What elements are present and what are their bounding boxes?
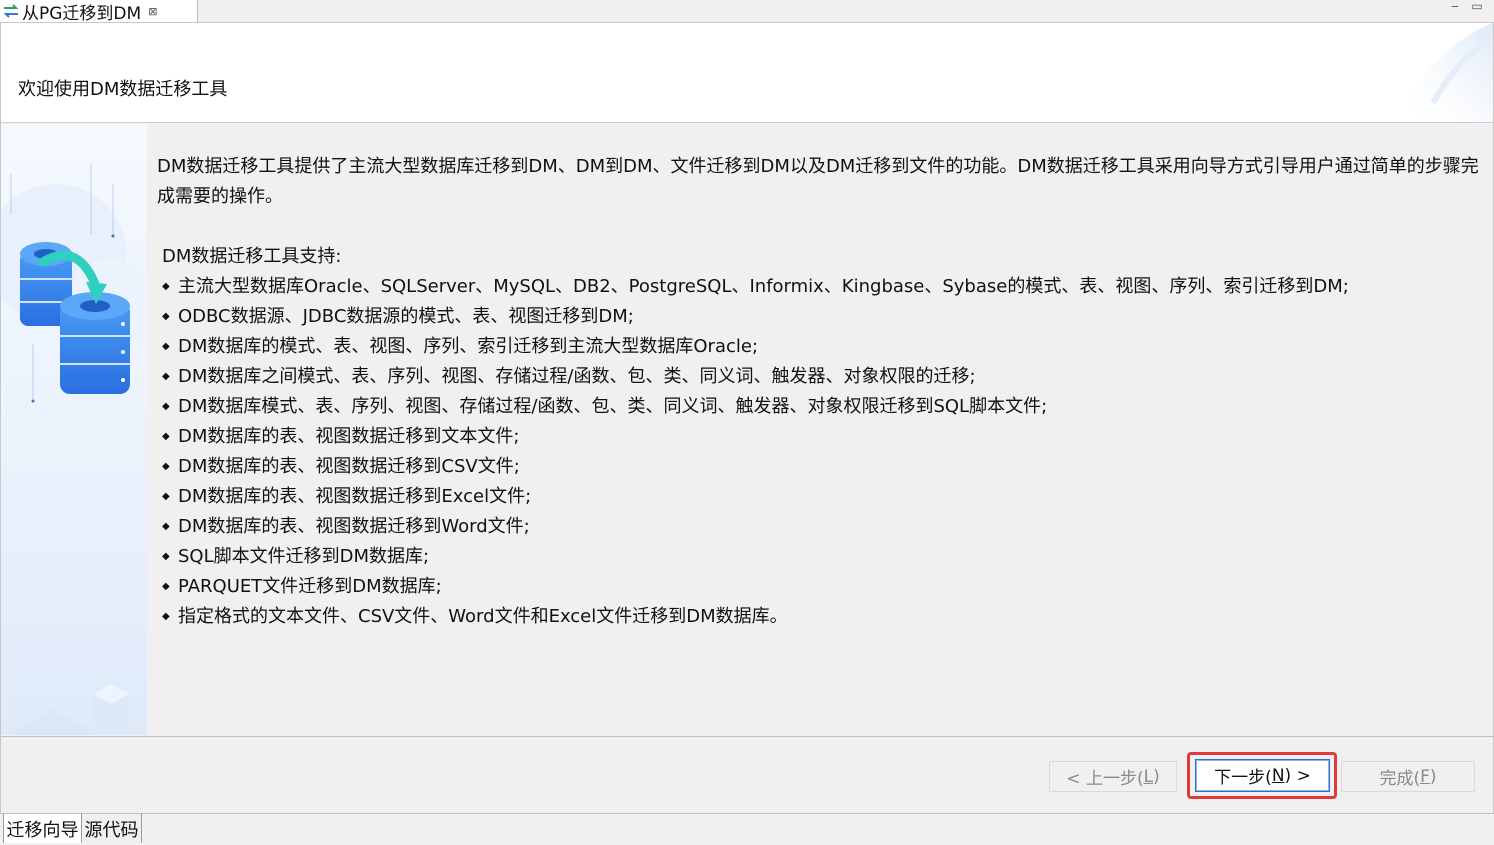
list-item: ◆ SQL脚本文件迁移到DM数据库;	[162, 542, 1349, 572]
list-item: ◆ 指定格式的文本文件、CSV文件、Word文件和Excel文件迁移到DM数据库。	[162, 602, 1349, 632]
next-button-label: 下一步(	[1214, 768, 1272, 788]
feature-text: DM数据库的模式、表、视图、序列、索引迁移到主流大型数据库Oracle;	[178, 336, 759, 357]
cube-decoration	[93, 684, 129, 735]
finish-button-suffix: )	[1429, 766, 1437, 787]
support-heading: DM数据迁移工具支持:	[162, 246, 342, 267]
editor-tab-strip: 从PG迁移到DM ⊠ ‒ ▭	[0, 0, 1494, 24]
back-button[interactable]: < 上一步(L)	[1049, 761, 1177, 792]
wizard-button-bar: < 上一步(L) 下一步(N) > 完成(F)	[1, 737, 1493, 813]
list-item: ◆ DM数据库的表、视图数据迁移到Word文件;	[162, 512, 1349, 542]
wizard-content: DM数据迁移工具提供了主流大型数据库迁移到DM、DM到DM、文件迁移到DM以及D…	[147, 124, 1493, 735]
list-item: ◆ DM数据库的表、视图数据迁移到文本文件;	[162, 422, 1349, 452]
next-button-mnemonic: N	[1271, 765, 1285, 786]
tab-title: 从PG迁移到DM	[22, 3, 142, 24]
list-item: ◆ DM数据库的表、视图数据迁移到Excel文件;	[162, 482, 1349, 512]
wizard-header: 欢迎使用DM数据迁移工具	[1, 23, 1493, 123]
feature-text: DM数据库的表、视图数据迁移到Excel文件;	[178, 486, 532, 507]
list-item: ◆ DM数据库之间模式、表、序列、视图、存储过程/函数、包、类、同义词、触发器、对…	[162, 362, 1349, 392]
feature-text: DM数据库模式、表、序列、视图、存储过程/函数、包、类、同义词、触发器、对象权限…	[178, 396, 1048, 417]
migrate-arrows-icon	[2, 3, 20, 19]
back-button-suffix: )	[1153, 766, 1160, 787]
list-item: ◆ PARQUET文件迁移到DM数据库;	[162, 572, 1349, 602]
bottom-tab-bar: 迁移向导 源代码	[0, 813, 1494, 845]
feature-text: SQL脚本文件迁移到DM数据库;	[178, 546, 430, 567]
back-button-mnemonic: L	[1143, 766, 1154, 787]
feature-list: ◆ 主流大型数据库Oracle、SQLServer、MySQL、DB2、Postg…	[162, 272, 1349, 632]
intro-text: DM数据迁移工具提供了主流大型数据库迁移到DM、DM到DM、文件迁移到DM以及D…	[157, 156, 1479, 207]
bullet-icon: ◆	[162, 371, 170, 382]
feature-text: 指定格式的文本文件、CSV文件、Word文件和Excel文件迁移到DM数据库。	[178, 606, 788, 627]
finish-button-mnemonic: F	[1420, 766, 1430, 787]
finish-button-label: 完成(	[1379, 769, 1421, 789]
side-illustration	[1, 124, 147, 735]
minimize-icon[interactable]: ‒	[1448, 0, 1462, 14]
list-item: ◆ DM数据库的表、视图数据迁移到CSV文件;	[162, 452, 1349, 482]
feature-text: DM数据库之间模式、表、序列、视图、存储过程/函数、包、类、同义词、触发器、对象…	[178, 366, 976, 387]
bullet-icon: ◆	[162, 611, 170, 622]
close-icon[interactable]: ⊠	[148, 5, 157, 18]
finish-button[interactable]: 完成(F)	[1341, 761, 1475, 792]
list-item: ◆ ODBC数据源、JDBC数据源的模式、表、视图迁移到DM;	[162, 302, 1349, 332]
feature-text: ODBC数据源、JDBC数据源的模式、表、视图迁移到DM;	[178, 306, 634, 327]
maximize-icon[interactable]: ▭	[1470, 0, 1484, 14]
next-button[interactable]: 下一步(N) >	[1195, 759, 1330, 792]
feature-text: 主流大型数据库Oracle、SQLServer、MySQL、DB2、Postgr…	[178, 276, 1349, 297]
bullet-icon: ◆	[162, 461, 170, 472]
list-item: ◆ 主流大型数据库Oracle、SQLServer、MySQL、DB2、Postg…	[162, 272, 1349, 302]
tab-source-code[interactable]: 源代码	[82, 814, 142, 843]
bullet-icon: ◆	[162, 551, 170, 562]
next-button-suffix: ) >	[1284, 765, 1311, 786]
feature-text: DM数据库的表、视图数据迁移到Word文件;	[178, 516, 530, 537]
feature-text: DM数据库的表、视图数据迁移到文本文件;	[178, 426, 520, 447]
bullet-icon: ◆	[162, 431, 170, 442]
bullet-icon: ◆	[162, 581, 170, 592]
tab-migration-wizard[interactable]: 迁移向导	[3, 814, 82, 843]
bullet-icon: ◆	[162, 281, 170, 292]
bullet-icon: ◆	[162, 521, 170, 532]
feature-text: PARQUET文件迁移到DM数据库;	[178, 576, 442, 597]
page-title: 欢迎使用DM数据迁移工具	[18, 79, 228, 100]
feature-text: DM数据库的表、视图数据迁移到CSV文件;	[178, 456, 520, 477]
target-database-icon	[60, 292, 130, 394]
tab-migrate-pg-to-dm[interactable]: 从PG迁移到DM ⊠	[0, 0, 198, 24]
bullet-icon: ◆	[162, 341, 170, 352]
list-item: ◆ DM数据库模式、表、序列、视图、存储过程/函数、包、类、同义词、触发器、对象权…	[162, 392, 1349, 422]
back-button-label: < 上一步(	[1066, 769, 1144, 789]
database-migration-illustration	[1, 164, 147, 735]
bullet-icon: ◆	[162, 491, 170, 502]
list-item: ◆ DM数据库的模式、表、视图、序列、索引迁移到主流大型数据库Oracle;	[162, 332, 1349, 362]
header-decoration	[1403, 23, 1493, 122]
bullet-icon: ◆	[162, 401, 170, 412]
bullet-icon: ◆	[162, 311, 170, 322]
